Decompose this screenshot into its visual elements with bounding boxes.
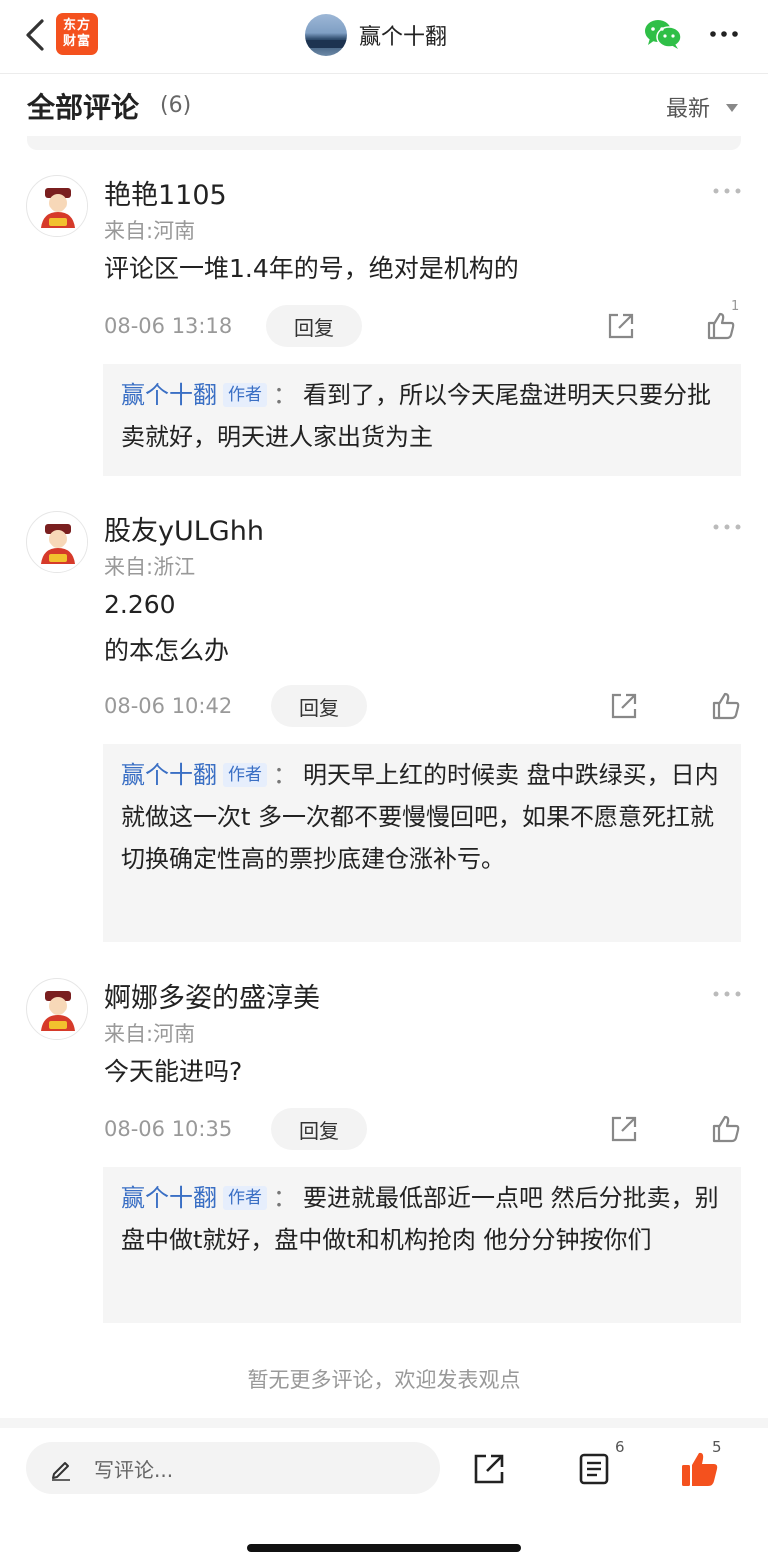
author-reply[interactable]: 赢个十翻 作者：看到了，所以今天尾盘进明天只要分批卖就好，明天进人家出货为主: [103, 364, 741, 476]
author-badge: 作者: [223, 1186, 267, 1210]
more-options-icon[interactable]: [708, 24, 740, 44]
like-count: 1: [731, 299, 740, 314]
divider: [27, 136, 741, 150]
like-count-badge: 5: [712, 1438, 722, 1456]
sort-dropdown[interactable]: 最新: [666, 91, 710, 123]
user-location: 来自:浙江: [104, 555, 196, 579]
user-name[interactable]: 婀娜多姿的盛淳美: [104, 976, 320, 1015]
logo-line1: 东方: [62, 18, 91, 33]
fortune-god-avatar-icon: [28, 177, 87, 236]
home-indicator: [247, 1544, 521, 1552]
comment-time: 08-06 10:35: [104, 1117, 233, 1141]
author-avatar: [305, 14, 347, 56]
logo-line2: 财富: [62, 34, 91, 49]
user-avatar[interactable]: [26, 175, 88, 237]
author-reply[interactable]: 赢个十翻 作者：明天早上红的时候卖 盘中跌绿买，日内就做这一次t 多一次都不要慢慢…: [103, 744, 741, 942]
fortune-god-avatar-icon: [28, 980, 87, 1039]
reply-colon: ：: [273, 381, 297, 409]
comment-more-icon[interactable]: [712, 989, 742, 999]
sort-caret-icon[interactable]: [726, 104, 738, 112]
user-avatar[interactable]: [26, 511, 88, 573]
share-icon[interactable]: [609, 691, 639, 721]
comment-text: 今天能进吗?: [104, 1057, 243, 1086]
comments-header: 全部评论 (6) 最新: [0, 74, 768, 136]
share-icon[interactable]: [609, 1114, 639, 1144]
comments-list-icon[interactable]: [577, 1452, 611, 1486]
reply-button[interactable]: 回复: [271, 1108, 367, 1150]
author-badge: 作者: [223, 763, 267, 787]
app-logo[interactable]: 东方 财富: [56, 13, 98, 55]
reply-colon: ：: [273, 1184, 297, 1212]
comment-more-icon[interactable]: [712, 522, 742, 532]
write-comment-placeholder: 写评论...: [94, 1457, 174, 1482]
user-name[interactable]: 艳艳1105: [104, 173, 227, 212]
reply-button[interactable]: 回复: [271, 685, 367, 727]
top-bar: 东方 财富 赢个十翻: [0, 0, 768, 74]
thumbs-up-icon[interactable]: [705, 310, 737, 342]
author-badge: 作者: [223, 383, 267, 407]
wechat-icon[interactable]: [643, 18, 683, 50]
pen-icon: [52, 1462, 70, 1481]
author-name[interactable]: 赢个十翻: [121, 381, 217, 409]
thumbs-up-icon[interactable]: [710, 1113, 742, 1145]
author-name[interactable]: 赢个十翻: [121, 761, 217, 789]
thumbs-up-icon[interactable]: [710, 690, 742, 722]
back-arrow-icon[interactable]: [22, 18, 48, 52]
share-icon[interactable]: [606, 311, 636, 341]
comment-text: 2.260 的本怎么办: [104, 590, 230, 665]
fortune-god-avatar-icon: [28, 513, 87, 572]
author-reply[interactable]: 赢个十翻 作者：要进就最低部近一点吧 然后分批卖，别盘中做t就好，盘中做t和机构抢…: [103, 1167, 741, 1323]
comment-count-badge: 6: [615, 1438, 625, 1456]
author-name[interactable]: 赢个十翻: [121, 1184, 217, 1212]
reply-colon: ：: [273, 761, 297, 789]
user-name[interactable]: 股友yULGhh: [104, 509, 264, 548]
comments-count: (6): [160, 93, 192, 118]
page-title: 赢个十翻: [359, 25, 448, 50]
author-header[interactable]: 赢个十翻: [305, 13, 447, 57]
user-location: 来自:河南: [104, 219, 196, 243]
user-location: 来自:河南: [104, 1022, 196, 1046]
reply-button[interactable]: 回复: [266, 305, 362, 347]
comment-more-icon[interactable]: [712, 186, 742, 196]
no-more-comments-note: 暂无更多评论，欢迎发表观点: [247, 1368, 521, 1392]
comment-time: 08-06 10:42: [104, 694, 233, 718]
comment-text: 评论区一堆1.4年的号，绝对是机构的: [104, 254, 519, 283]
comments-title: 全部评论: [27, 91, 140, 124]
share-icon[interactable]: [472, 1452, 506, 1486]
user-avatar[interactable]: [26, 978, 88, 1040]
write-comment-input[interactable]: 写评论...: [26, 1442, 440, 1494]
comment-time: 08-06 13:18: [104, 314, 233, 338]
